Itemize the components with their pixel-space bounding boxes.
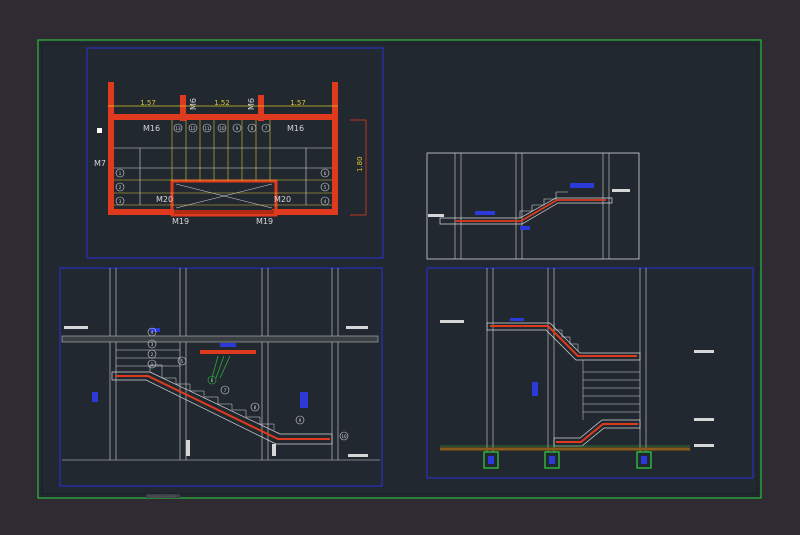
rebar-detail-tag: [220, 343, 236, 347]
level-label: [64, 326, 88, 329]
footer-caption: ESCALERA PLANTA: [148, 495, 177, 499]
beam-label-m16-right: M16: [287, 124, 304, 133]
beam-label-m20-right: M20: [274, 195, 291, 204]
top-beam: [108, 114, 338, 120]
level-label: [440, 320, 464, 323]
level-label: [612, 189, 630, 192]
svg-text:9: 9: [236, 126, 239, 131]
svg-text:9: 9: [299, 418, 302, 423]
svg-text:2: 2: [119, 185, 122, 190]
svg-text:13: 13: [175, 126, 181, 131]
dim-left: 1.57: [140, 99, 156, 107]
beam-label-m19-right: M19: [256, 217, 273, 226]
detail-tag: [520, 226, 530, 230]
svg-text:10: 10: [341, 434, 347, 439]
section-tag: [92, 392, 98, 402]
svg-text:3: 3: [119, 199, 122, 204]
beam-label-m19-left: M19: [172, 217, 189, 226]
svg-text:7: 7: [224, 388, 227, 393]
dim-right: 1.57: [290, 99, 306, 107]
section-tag: [510, 318, 524, 321]
svg-text:4: 4: [324, 199, 327, 204]
level-label: [346, 326, 368, 329]
svg-text:8: 8: [251, 126, 254, 131]
footing-tag: [488, 456, 494, 464]
svg-text:6: 6: [324, 171, 327, 176]
svg-text:11: 11: [204, 126, 210, 131]
section-tag: [300, 392, 308, 408]
wall-label-m7: M7: [94, 159, 106, 168]
cad-drawing-canvas[interactable]: 1.57 1.52 1.57 M6 M6 M16 M16 M7 M20 M20 …: [0, 0, 800, 535]
right-wall: [332, 82, 338, 215]
stair-well-bottom: [174, 210, 274, 214]
bottom-beam-left: [108, 209, 174, 215]
detail-tag: [475, 211, 495, 215]
section-tag: [532, 382, 538, 396]
dashed-marker: [272, 444, 276, 456]
wall-label-right: M6: [247, 98, 256, 110]
level-label: [428, 214, 444, 217]
svg-text:8: 8: [254, 405, 257, 410]
level-label: [694, 350, 714, 353]
wall-label-left: M6: [189, 98, 198, 110]
beam-label-m16-left: M16: [143, 124, 160, 133]
level-label: [694, 418, 714, 421]
upper-floor-slab: [61, 335, 379, 343]
svg-text:5: 5: [324, 185, 327, 190]
svg-text:10: 10: [219, 126, 225, 131]
svg-text:6: 6: [211, 378, 214, 383]
dim-middle: 1.52: [214, 99, 230, 107]
svg-text:12: 12: [190, 126, 196, 131]
svg-text:1: 1: [119, 171, 122, 176]
svg-text:2: 2: [151, 352, 154, 357]
side-dim-value: 1.80: [356, 156, 364, 172]
svg-text:4: 4: [151, 330, 154, 335]
level-label: [694, 444, 714, 447]
section-marker: [97, 128, 102, 133]
rebar-detail: [200, 350, 256, 354]
left-wall: [108, 82, 114, 215]
detail-tag: [570, 183, 594, 188]
footing-tag: [549, 456, 555, 464]
beam-label-m20-left: M20: [156, 195, 173, 204]
drawing-sheet: [37, 39, 762, 499]
svg-text:7: 7: [265, 126, 268, 131]
footing-tag: [641, 456, 647, 464]
level-label: [348, 454, 368, 457]
bottom-beam-right: [272, 209, 338, 215]
svg-text:3: 3: [151, 342, 154, 347]
dashed-marker: [186, 440, 190, 456]
svg-text:5: 5: [181, 359, 184, 364]
svg-text:1: 1: [151, 362, 154, 367]
